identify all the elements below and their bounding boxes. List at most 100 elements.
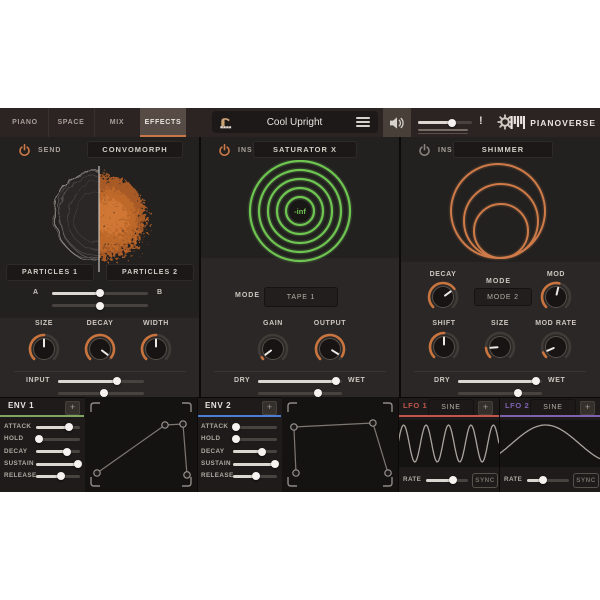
- lfo2-accent-line: [499, 415, 600, 417]
- lfo1-sync-button[interactable]: SYNC: [472, 473, 498, 488]
- input-slider[interactable]: [58, 380, 144, 383]
- output-knob[interactable]: [313, 332, 347, 366]
- volume-button[interactable]: [383, 108, 411, 137]
- shimmer-size-knob[interactable]: [483, 330, 517, 364]
- shimmer-mix-slider[interactable]: [458, 380, 542, 383]
- env2-sustain-label: SUSTAIN: [201, 460, 231, 467]
- env2-decay-slider[interactable]: [233, 450, 277, 453]
- saturator-mode-dropdown[interactable]: TAPE 1: [264, 287, 338, 307]
- mod-knob[interactable]: [539, 280, 573, 314]
- saturator-title-button[interactable]: SATURATOR X: [253, 141, 357, 158]
- saturator-power-button[interactable]: [218, 144, 231, 157]
- env1-attack-slider[interactable]: [36, 426, 80, 429]
- env2-accent-line: [197, 415, 281, 417]
- tab-space[interactable]: SPACE: [48, 108, 95, 137]
- env2-release-label: RELEASE: [201, 472, 234, 479]
- shimmer-size-knob-label: SIZE: [470, 320, 530, 327]
- size-knob[interactable]: [27, 332, 61, 366]
- lfo2-wave-display: [499, 420, 600, 467]
- shimmer-title-button[interactable]: SHIMMER: [453, 141, 553, 158]
- alert-indicator[interactable]: !: [479, 115, 483, 127]
- tab-effects[interactable]: EFFECTS: [140, 108, 186, 137]
- lfo1-rate-slider[interactable]: [426, 479, 468, 482]
- divider: [414, 371, 586, 372]
- lfo2-title: LFO 2: [505, 401, 529, 410]
- lfo2-rate-slider[interactable]: [527, 479, 569, 482]
- env2-sustain-slider[interactable]: [233, 463, 277, 466]
- input-mod-slider[interactable]: [58, 392, 144, 395]
- saturator-control-bg: [201, 258, 399, 397]
- tab-mix-label: MIX: [110, 119, 125, 126]
- env2-hold-slider[interactable]: [233, 438, 277, 441]
- env2-title: ENV 2: [205, 401, 231, 410]
- preset-selector[interactable]: Cool Upright: [212, 111, 378, 133]
- lfo2-shape-dropdown[interactable]: SINE: [530, 399, 576, 416]
- tab-space-label: SPACE: [57, 119, 84, 126]
- saturator-mode-label: MODE: [235, 292, 260, 299]
- env1-add-button[interactable]: +: [65, 401, 80, 415]
- shimmer-decay-knob[interactable]: [426, 280, 460, 314]
- mod-rate-knob-label: MOD RATE: [526, 320, 586, 327]
- env2-release-slider[interactable]: [233, 475, 277, 478]
- convomorph-title-button[interactable]: CONVOMORPH: [87, 141, 183, 158]
- particles-2-button[interactable]: PARTICLES 2: [106, 264, 194, 281]
- morph-ab-slider[interactable]: [52, 292, 148, 295]
- morph-mod-slider[interactable]: [52, 304, 148, 307]
- env1-hold-slider[interactable]: [36, 438, 80, 441]
- shimmer-dry-label: DRY: [434, 377, 450, 384]
- shift-knob[interactable]: [427, 330, 461, 364]
- lfo1-add-button[interactable]: +: [478, 401, 493, 415]
- preset-menu-icon[interactable]: [356, 114, 370, 129]
- env1-sustain-slider[interactable]: [36, 463, 80, 466]
- saturator-dry-label: DRY: [234, 377, 250, 384]
- env1-decay-label: DECAY: [4, 448, 27, 455]
- shift-knob-label: SHIFT: [414, 320, 474, 327]
- env1-attack-label: ATTACK: [4, 423, 31, 430]
- speaker-icon: [389, 116, 405, 130]
- tab-piano-label: PIANO: [12, 119, 38, 126]
- shimmer-mode-label: MODE: [486, 278, 511, 285]
- particles-1-button[interactable]: PARTICLES 1: [6, 264, 94, 281]
- env2-add-button[interactable]: +: [262, 401, 277, 415]
- gain-knob[interactable]: [256, 332, 290, 366]
- panel-divider: [197, 397, 199, 492]
- env2-graph[interactable]: [282, 397, 398, 492]
- piano-keys-icon: [510, 116, 525, 129]
- lfo1-shape-dropdown[interactable]: SINE: [428, 399, 474, 416]
- lfo2-add-button[interactable]: +: [580, 401, 595, 415]
- lfo1-rate-label: RATE: [403, 476, 421, 483]
- mod-rate-knob[interactable]: [539, 330, 573, 364]
- tab-effects-label: EFFECTS: [145, 119, 182, 126]
- size-knob-label: SIZE: [14, 320, 74, 327]
- env1-release-slider[interactable]: [36, 475, 80, 478]
- tab-piano[interactable]: PIANO: [2, 108, 49, 137]
- lfo2-sync-button[interactable]: SYNC: [573, 473, 599, 488]
- convomorph-power-button[interactable]: [18, 144, 31, 157]
- shimmer-mode-dropdown[interactable]: MODE 2: [474, 288, 532, 306]
- saturator-meter-display: -inf: [200, 160, 400, 264]
- env2-attack-label: ATTACK: [201, 423, 228, 430]
- input-label: INPUT: [26, 377, 50, 384]
- gain-knob-label: GAIN: [243, 320, 303, 327]
- shimmer-power-button[interactable]: [418, 144, 431, 157]
- shimmer-display: [400, 162, 600, 262]
- saturator-mix-slider[interactable]: [258, 380, 342, 383]
- decay-knob[interactable]: [83, 332, 117, 366]
- lfo1-accent-line: [398, 415, 499, 417]
- output-knob-label: OUTPUT: [300, 320, 360, 327]
- saturator-meter-value: -inf: [294, 207, 306, 216]
- width-knob-label: WIDTH: [126, 320, 186, 327]
- env1-graph[interactable]: [85, 397, 197, 492]
- env1-accent-line: [0, 415, 84, 417]
- width-knob[interactable]: [139, 332, 173, 366]
- shimmer-mix-mod-slider[interactable]: [458, 392, 542, 395]
- saturator-wet-label: WET: [348, 377, 365, 384]
- saturator-mix-mod-slider[interactable]: [258, 392, 342, 395]
- morph-b-label: B: [157, 289, 163, 296]
- tab-mix[interactable]: MIX: [94, 108, 141, 137]
- env2-hold-label: HOLD: [201, 435, 220, 442]
- env1-decay-slider[interactable]: [36, 450, 80, 453]
- volume-slider[interactable]: [418, 121, 472, 124]
- env2-attack-slider[interactable]: [233, 426, 277, 429]
- brand-logo: PIANOVERSE: [510, 108, 596, 137]
